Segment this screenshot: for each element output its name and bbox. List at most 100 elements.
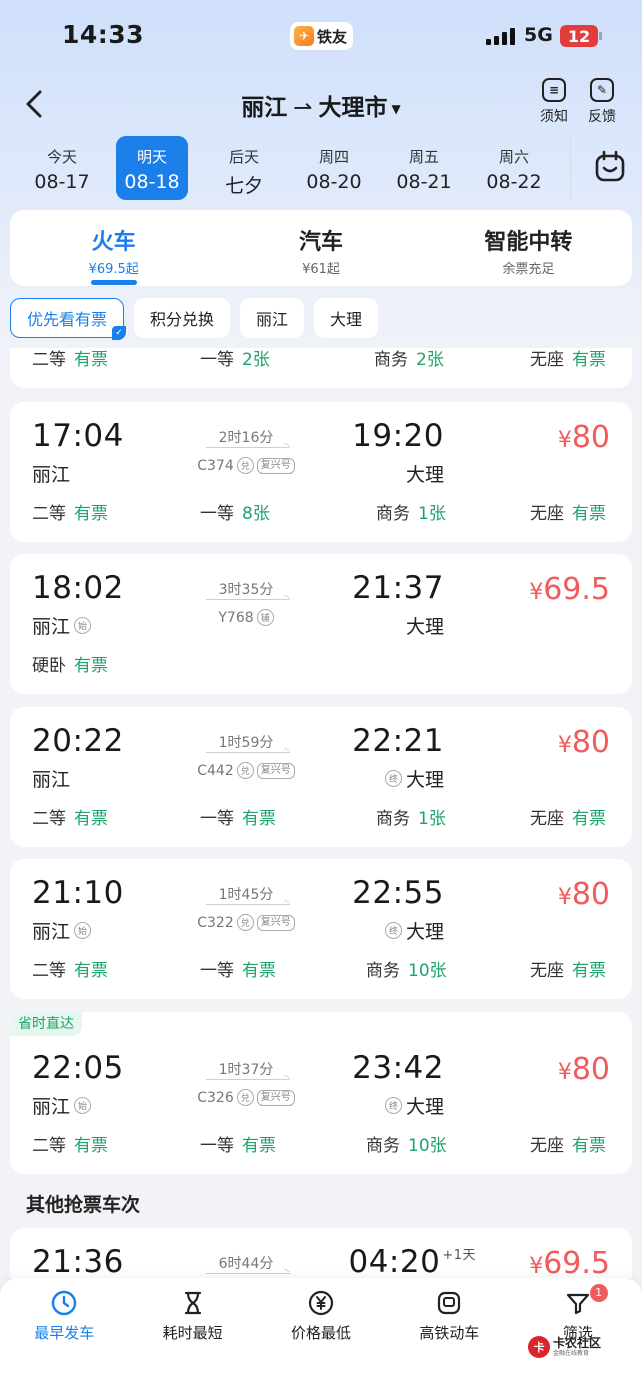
duration-line	[206, 904, 290, 905]
train-number-row: C326 兑复兴号	[160, 1089, 332, 1106]
price-value: 80	[571, 725, 610, 760]
station-name: 丽江	[32, 921, 71, 943]
train-number: C326	[197, 1089, 234, 1106]
seat-availability: 有票	[572, 350, 606, 370]
chip-lijiang[interactable]: 丽江	[240, 298, 305, 338]
date-day: 周六	[498, 148, 529, 166]
departure-time: 17:04	[32, 418, 124, 454]
tab-train[interactable]: 火车 ¥69.5起	[10, 210, 217, 286]
notice-label: 须知	[540, 109, 568, 125]
duration-line	[206, 1079, 290, 1080]
seat-item: 商务 10张	[366, 956, 447, 981]
notice-button[interactable]: ≡ 须知	[534, 78, 574, 126]
chip-label: 丽江	[256, 310, 289, 329]
date-tab-selected[interactable]: 明天 08-18	[116, 136, 188, 200]
calendar-button[interactable]	[594, 150, 626, 184]
calendar-icon	[595, 150, 625, 182]
date-tab[interactable]: 周四 08-20	[290, 136, 378, 200]
date-selector: 今天 08-17 明天 08-18 后天 七夕 周四 08-20 周五 08-21 周六 0…	[18, 136, 560, 200]
signal-icon	[486, 28, 515, 45]
section-title: 其他抢票车次	[26, 1194, 141, 1216]
tab-label: 汽车	[298, 230, 343, 255]
active-tab-indicator	[90, 280, 137, 285]
date-value: 08-18	[124, 171, 180, 193]
arrival-time-block: 04:20 +1天	[348, 1244, 476, 1278]
train-card[interactable]: 18:02 3时35分 21:37 ¥69.5 丽江始 Y768 铺 大理 硬卧有…	[10, 554, 632, 694]
divider	[570, 136, 571, 200]
chip-label: 大理	[330, 310, 363, 329]
arrival-time: 04:20	[348, 1244, 441, 1278]
currency-symbol: ¥	[557, 733, 572, 758]
feedback-button[interactable]: ✎ 反馈	[582, 78, 622, 126]
date-value: 08-22	[486, 171, 542, 193]
tab-sublabel: 余票充足	[502, 262, 555, 277]
station-name: 丽江	[32, 1096, 71, 1118]
date-tab[interactable]: 今天 08-17	[18, 136, 106, 200]
price: ¥80	[558, 877, 610, 912]
departure-time: 22:05	[32, 1050, 124, 1086]
terminal-tag: 终	[384, 922, 402, 939]
departure-station: 丽江始	[32, 612, 92, 639]
sort-cheapest-button[interactable]: 价格最低	[257, 1278, 385, 1389]
tab-sublabel: ¥61起	[302, 262, 340, 277]
watermark-logo-icon: 卡	[528, 1336, 550, 1358]
price: ¥80	[558, 725, 610, 760]
chip-available-first[interactable]: 优先看有票 ✓	[10, 298, 127, 340]
departure-station: 丽江	[32, 460, 70, 487]
seat-name: 商务	[366, 1136, 400, 1156]
chip-points-exchange[interactable]: 积分兑换	[134, 298, 231, 338]
train-type-tag: 复兴号	[256, 762, 295, 779]
seat-item: 二等 有票	[32, 1131, 108, 1156]
seat-item: 无座 有票	[530, 1131, 606, 1156]
app-name: 铁友	[317, 27, 348, 46]
train-card[interactable]: 21:10 1时45分 22:55 ¥80 丽江始 C322 兑复兴号 终大理 二…	[10, 859, 632, 999]
seat-item: 一等 有票	[200, 956, 276, 981]
date-day: 后天	[228, 148, 259, 166]
redeem-tag: 兑	[236, 914, 254, 931]
currency-symbol: ¥	[529, 1254, 544, 1278]
arrival-station: 终大理	[384, 917, 444, 944]
seat-item: 无座 有票	[530, 804, 606, 829]
station-name: 大理	[405, 464, 444, 486]
date-value: 08-21	[396, 171, 452, 193]
arrival-station: 终大理	[384, 1092, 444, 1119]
train-list[interactable]: 二等 有票 一等 2张 商务 2张 无座 有票 17:04 2时16分 19:20 ¥8…	[0, 348, 642, 1278]
filter-highspeed-button[interactable]: 高铁动车	[385, 1278, 513, 1389]
seat-availability: 10张	[408, 961, 447, 981]
filter-icon	[565, 1290, 591, 1316]
seat-availability: 有票	[74, 504, 108, 524]
status-time: 14:33	[62, 20, 145, 49]
seat-availability: 有票	[242, 1136, 276, 1156]
date-tab[interactable]: 周五 08-21	[380, 136, 468, 200]
status-bar: 14:33 ✈ 铁友 5G 12	[0, 0, 642, 72]
duration-line	[206, 599, 290, 600]
train-card[interactable]: 21:36 6时44分 04:20 +1天 ¥69.5	[10, 1228, 632, 1278]
network-label: 5G	[524, 24, 553, 46]
battery-level: 12	[567, 26, 591, 46]
date-tab[interactable]: 周六 08-22	[470, 136, 558, 200]
tab-smart-transfer[interactable]: 智能中转 余票充足	[425, 210, 632, 286]
berth-tag: 铺	[256, 609, 274, 626]
sort-earliest-button[interactable]: 最早发车	[0, 1278, 128, 1389]
seat-item: 二等 有票	[32, 499, 108, 524]
train-card[interactable]: 17:04 2时16分 19:20 ¥80 丽江 C374 兑复兴号 大理 二等有…	[10, 402, 632, 542]
date-tab[interactable]: 后天 七夕	[200, 136, 288, 200]
seat-name: 二等	[32, 961, 66, 981]
filter-count-badge: 1	[589, 1284, 608, 1302]
price-value: 80	[571, 1052, 610, 1087]
seat-item: 无座 有票	[530, 348, 606, 370]
departure-time: 18:02	[32, 570, 124, 606]
train-card[interactable]: 省时直达 22:05 1时37分 23:42 ¥80 丽江始 C326 兑复兴号 …	[10, 1012, 632, 1174]
train-card-partial[interactable]: 二等 有票 一等 2张 商务 2张 无座 有票	[10, 348, 632, 388]
sort-label: 高铁动车	[419, 1324, 480, 1342]
tab-bus[interactable]: 汽车 ¥61起	[217, 210, 424, 286]
seat-item: 无座 有票	[530, 499, 606, 524]
seat-item: 商务 1张	[376, 499, 446, 524]
watermark: 卡 卡农社区 金融在线教育	[528, 1334, 608, 1360]
seat-name: 无座	[530, 809, 564, 829]
chip-dali[interactable]: 大理	[314, 298, 379, 338]
train-card[interactable]: 20:22 1时59分 22:21 ¥80 丽江 C442 兑复兴号 终大理 二等…	[10, 707, 632, 847]
date-value: 08-17	[34, 171, 90, 193]
sort-shortest-button[interactable]: 耗时最短	[128, 1278, 256, 1389]
terminal-tag: 终	[384, 1097, 402, 1114]
